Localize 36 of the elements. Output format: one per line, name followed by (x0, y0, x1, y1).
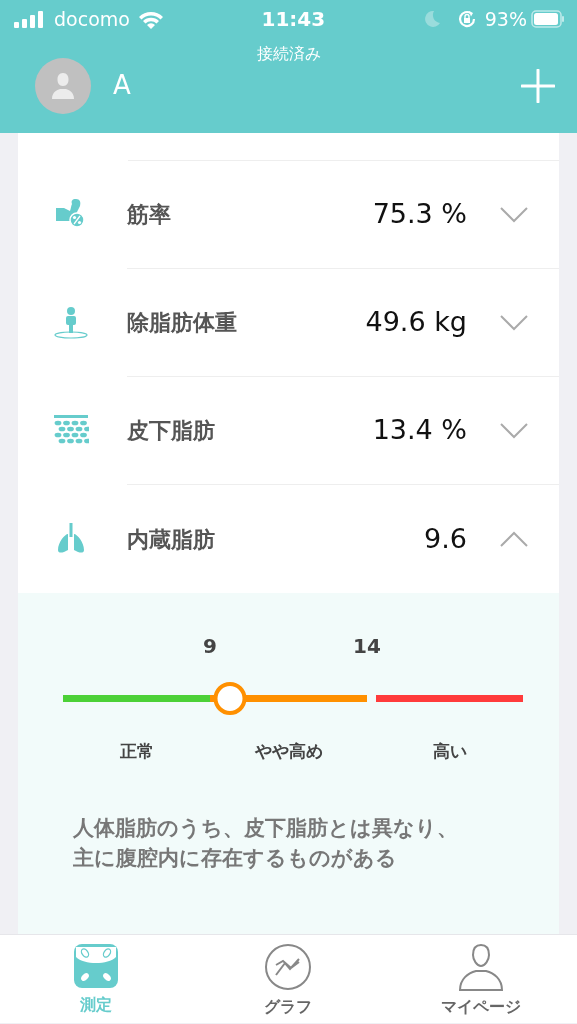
threshold-value: 9 (203, 633, 217, 660)
connection-status: 接続済み (256, 44, 321, 63)
line-chart-icon (264, 943, 313, 991)
range-label: 高い (432, 740, 467, 763)
scale-icon (73, 943, 120, 989)
clock-time: 11:43 (261, 7, 326, 31)
chevron-up-icon[interactable] (499, 530, 529, 548)
description-text: 人体脂肪のうち、皮下脂肪とは異なり、主に腹腔内に存在するものがある (73, 815, 459, 873)
metric-value: 75.3 % (372, 197, 467, 232)
user-name: A (113, 69, 131, 102)
battery-icon (531, 10, 565, 28)
chevron-down-icon[interactable] (499, 314, 529, 331)
tab[interactable]: マイページ (384, 935, 577, 1023)
person-icon (50, 71, 76, 100)
threshold-value: 14 (353, 633, 381, 660)
range-label: やや高め (254, 740, 323, 763)
add-icon[interactable] (521, 68, 555, 103)
range-label: 正常 (119, 740, 154, 763)
metric-label: 筋率 (127, 201, 172, 229)
battery-percent: 93% (484, 6, 527, 32)
wifi-icon (137, 9, 164, 29)
metric-label: 皮下脂肪 (127, 417, 216, 445)
person-icon (456, 943, 505, 991)
moon-icon (422, 10, 441, 28)
chevron-down-icon[interactable] (499, 422, 529, 439)
carrier-name: docomo (54, 6, 130, 32)
person-pin-icon (53, 306, 89, 340)
metric-label: 除脂肪体重 (127, 309, 238, 337)
signal-icon (14, 10, 46, 28)
metric-value: 9.6 (424, 521, 467, 556)
rotation-lock-icon (456, 9, 477, 29)
metric-label: 内蔵脂肪 (127, 525, 216, 554)
metric-value: 13.4 % (372, 413, 467, 448)
metric-value: 49.6 kg (365, 305, 467, 340)
tab[interactable]: グラフ (192, 935, 385, 1023)
chevron-down-icon[interactable] (499, 206, 529, 223)
